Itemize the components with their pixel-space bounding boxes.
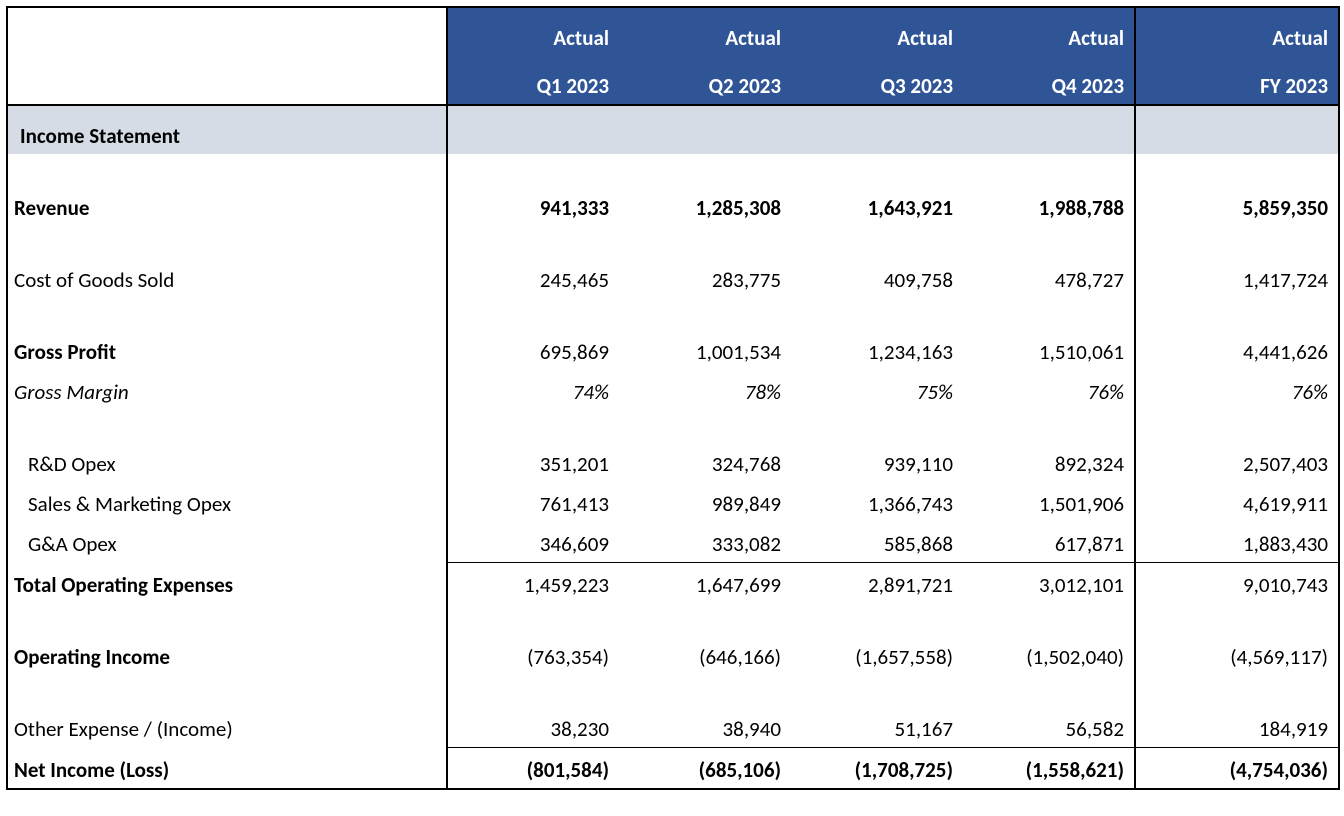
gross-profit-fy: 4,441,626 bbox=[1135, 330, 1339, 370]
other-exp-q2: 38,940 bbox=[619, 707, 791, 748]
gross-profit-q4: 1,510,061 bbox=[963, 330, 1135, 370]
cogs-q3: 409,758 bbox=[791, 258, 963, 298]
rd-q2: 324,768 bbox=[619, 442, 791, 482]
net-income-q1: (801,584) bbox=[447, 748, 619, 790]
sm-q2: 989,849 bbox=[619, 482, 791, 522]
net-income-q4: (1,558,621) bbox=[963, 748, 1135, 790]
gross-profit-q2: 1,001,534 bbox=[619, 330, 791, 370]
header-q2-top: Actual bbox=[619, 7, 791, 56]
header-q1: Q1 2023 bbox=[447, 56, 619, 105]
label-total-opex: Total Operating Expenses bbox=[7, 563, 447, 604]
total-opex-q3: 2,891,721 bbox=[791, 563, 963, 604]
other-exp-q3: 51,167 bbox=[791, 707, 963, 748]
ga-q4: 617,871 bbox=[963, 522, 1135, 563]
header-q1-top: Actual bbox=[447, 7, 619, 56]
other-exp-fy: 184,919 bbox=[1135, 707, 1339, 748]
net-income-fy: (4,754,036) bbox=[1135, 748, 1339, 790]
revenue-q3: 1,643,921 bbox=[791, 186, 963, 226]
label-other-expense: Other Expense / (Income) bbox=[7, 707, 447, 748]
label-net-income: Net Income (Loss) bbox=[7, 748, 447, 790]
net-income-q2: (685,106) bbox=[619, 748, 791, 790]
gross-margin-q4: 76% bbox=[963, 370, 1135, 410]
gross-margin-q2: 78% bbox=[619, 370, 791, 410]
header-q4: Q4 2023 bbox=[963, 56, 1135, 105]
op-income-q4: (1,502,040) bbox=[963, 635, 1135, 675]
rd-q3: 939,110 bbox=[791, 442, 963, 482]
total-opex-q4: 3,012,101 bbox=[963, 563, 1135, 604]
other-exp-q4: 56,582 bbox=[963, 707, 1135, 748]
cogs-fy: 1,417,724 bbox=[1135, 258, 1339, 298]
gross-profit-q1: 695,869 bbox=[447, 330, 619, 370]
op-income-q3: (1,657,558) bbox=[791, 635, 963, 675]
label-gross-profit: Gross Profit bbox=[7, 330, 447, 370]
header-q4-top: Actual bbox=[963, 7, 1135, 56]
rd-fy: 2,507,403 bbox=[1135, 442, 1339, 482]
gross-margin-fy: 76% bbox=[1135, 370, 1339, 410]
header-fy: FY 2023 bbox=[1135, 56, 1339, 105]
total-opex-fy: 9,010,743 bbox=[1135, 563, 1339, 604]
cogs-q4: 478,727 bbox=[963, 258, 1135, 298]
ga-q1: 346,609 bbox=[447, 522, 619, 563]
label-gross-margin: Gross Margin bbox=[7, 370, 447, 410]
label-sm-opex: Sales & Marketing Opex bbox=[7, 482, 447, 522]
gross-profit-q3: 1,234,163 bbox=[791, 330, 963, 370]
rd-q4: 892,324 bbox=[963, 442, 1135, 482]
header-q2: Q2 2023 bbox=[619, 56, 791, 105]
header-q3-top: Actual bbox=[791, 7, 963, 56]
row-sm-opex: Sales & Marketing Opex 761,413 989,849 1… bbox=[7, 482, 1339, 522]
revenue-q4: 1,988,788 bbox=[963, 186, 1135, 226]
cogs-q2: 283,775 bbox=[619, 258, 791, 298]
revenue-q2: 1,285,308 bbox=[619, 186, 791, 226]
label-operating-income: Operating Income bbox=[7, 635, 447, 675]
gross-margin-q1: 74% bbox=[447, 370, 619, 410]
row-revenue: Revenue 941,333 1,285,308 1,643,921 1,98… bbox=[7, 186, 1339, 226]
header-q3: Q3 2023 bbox=[791, 56, 963, 105]
row-rd-opex: R&D Opex 351,201 324,768 939,110 892,324… bbox=[7, 442, 1339, 482]
sm-q1: 761,413 bbox=[447, 482, 619, 522]
sm-q3: 1,366,743 bbox=[791, 482, 963, 522]
row-net-income: Net Income (Loss) (801,584) (685,106) (1… bbox=[7, 748, 1339, 790]
revenue-fy: 5,859,350 bbox=[1135, 186, 1339, 226]
op-income-fy: (4,569,117) bbox=[1135, 635, 1339, 675]
label-revenue: Revenue bbox=[7, 186, 447, 226]
section-title: Income Statement bbox=[7, 105, 447, 154]
row-total-opex: Total Operating Expenses 1,459,223 1,647… bbox=[7, 563, 1339, 604]
total-opex-q1: 1,459,223 bbox=[447, 563, 619, 604]
ga-q2: 333,082 bbox=[619, 522, 791, 563]
income-statement-table: Actual Actual Actual Actual Actual Q1 20… bbox=[6, 6, 1340, 790]
row-operating-income: Operating Income (763,354) (646,166) (1,… bbox=[7, 635, 1339, 675]
row-cogs: Cost of Goods Sold 245,465 283,775 409,7… bbox=[7, 258, 1339, 298]
label-ga-opex: G&A Opex bbox=[7, 522, 447, 563]
header-blank bbox=[7, 7, 447, 56]
revenue-q1: 941,333 bbox=[447, 186, 619, 226]
total-opex-q2: 1,647,699 bbox=[619, 563, 791, 604]
label-rd-opex: R&D Opex bbox=[7, 442, 447, 482]
row-gross-margin: Gross Margin 74% 78% 75% 76% 76% bbox=[7, 370, 1339, 410]
net-income-q3: (1,708,725) bbox=[791, 748, 963, 790]
op-income-q1: (763,354) bbox=[447, 635, 619, 675]
cogs-q1: 245,465 bbox=[447, 258, 619, 298]
row-ga-opex: G&A Opex 346,609 333,082 585,868 617,871… bbox=[7, 522, 1339, 563]
rd-q1: 351,201 bbox=[447, 442, 619, 482]
label-cogs: Cost of Goods Sold bbox=[7, 258, 447, 298]
header-fy-top: Actual bbox=[1135, 7, 1339, 56]
ga-fy: 1,883,430 bbox=[1135, 522, 1339, 563]
header-blank2 bbox=[7, 56, 447, 105]
row-gross-profit: Gross Profit 695,869 1,001,534 1,234,163… bbox=[7, 330, 1339, 370]
row-other-expense: Other Expense / (Income) 38,230 38,940 5… bbox=[7, 707, 1339, 748]
sm-q4: 1,501,906 bbox=[963, 482, 1135, 522]
ga-q3: 585,868 bbox=[791, 522, 963, 563]
other-exp-q1: 38,230 bbox=[447, 707, 619, 748]
sm-fy: 4,619,911 bbox=[1135, 482, 1339, 522]
op-income-q2: (646,166) bbox=[619, 635, 791, 675]
gross-margin-q3: 75% bbox=[791, 370, 963, 410]
